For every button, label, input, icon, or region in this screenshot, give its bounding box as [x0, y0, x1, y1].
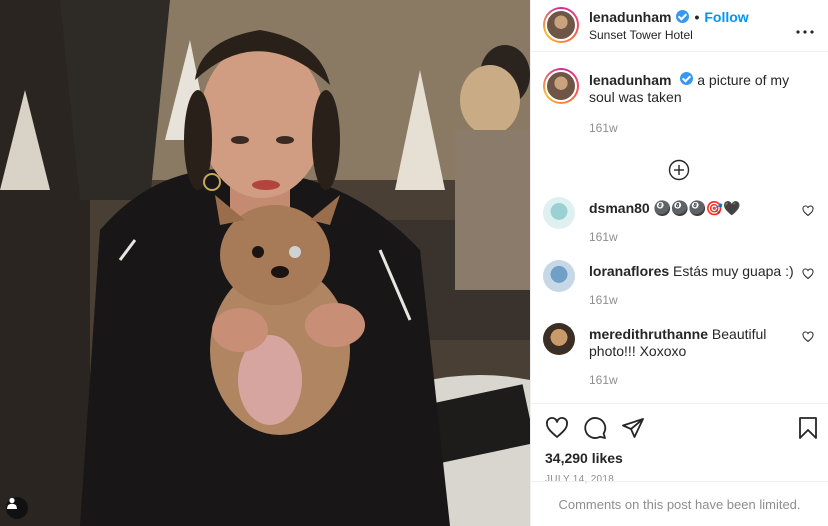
comment-time[interactable]: 161w: [589, 372, 814, 389]
comment-avatar[interactable]: [543, 196, 575, 229]
caption-username[interactable]: lenadunham: [589, 72, 671, 88]
comment-username[interactable]: meredithruthanne: [589, 326, 708, 342]
comment-item: meredithruthanne Beautiful photo!!! Xoxo…: [543, 322, 814, 389]
post-sidebar: lenadunham • Follow Sunset Tower Hotel l…: [530, 0, 828, 526]
caption-avatar[interactable]: [543, 67, 579, 104]
share-icon[interactable]: [621, 416, 645, 440]
plus-circle-icon[interactable]: [668, 159, 690, 181]
bookmark-icon[interactable]: [798, 416, 818, 440]
verified-badge-icon: [680, 71, 694, 85]
separator: •: [694, 8, 700, 25]
post-header: lenadunham • Follow Sunset Tower Hotel: [531, 0, 828, 52]
verified-badge-icon: [676, 10, 690, 24]
like-heart-icon[interactable]: [545, 416, 569, 440]
comment-time[interactable]: 161w: [589, 229, 814, 246]
username-link[interactable]: lenadunham: [589, 9, 671, 25]
post-actions: 34,290 likes JULY 14, 2018 Comments on t…: [531, 402, 828, 526]
likes-count[interactable]: 34,290 likes: [545, 450, 814, 466]
like-comment-heart-icon[interactable]: [802, 331, 814, 343]
photo-illustration: [0, 0, 530, 526]
comment-avatar[interactable]: [543, 259, 575, 292]
like-comment-heart-icon[interactable]: [802, 268, 814, 280]
tagged-user-icon[interactable]: [6, 497, 28, 519]
caption: lenadunham a picture of my soul was take…: [543, 67, 814, 137]
comment-item: dsman80 🎱🎱🎱🎯🖤 161w: [543, 196, 814, 246]
more-options-icon[interactable]: [796, 18, 814, 39]
avatar[interactable]: [543, 7, 579, 44]
comment-text: 🎱🎱🎱🎯🖤: [653, 199, 741, 216]
comment-username[interactable]: dsman80: [589, 200, 650, 216]
post-photo[interactable]: [0, 0, 530, 526]
follow-button[interactable]: Follow: [704, 9, 748, 25]
comment-icon[interactable]: [583, 416, 607, 440]
comment-avatar[interactable]: [543, 322, 575, 355]
comment-time[interactable]: 161w: [589, 292, 814, 309]
comment-username[interactable]: loranaflores: [589, 263, 669, 279]
comments-limited-notice: Comments on this post have been limited.: [531, 481, 828, 526]
like-comment-heart-icon[interactable]: [802, 205, 814, 217]
caption-time[interactable]: 161w: [589, 120, 814, 137]
comments-section: lenadunham a picture of my soul was take…: [531, 52, 828, 403]
instagram-post: lenadunham • Follow Sunset Tower Hotel l…: [0, 0, 828, 526]
location-link[interactable]: Sunset Tower Hotel: [589, 28, 749, 42]
comment-item: loranaflores Estás muy guapa :) 161w: [543, 259, 814, 309]
load-more-comments-button[interactable]: [543, 159, 814, 181]
comment-text: Estás muy guapa :): [673, 262, 794, 279]
